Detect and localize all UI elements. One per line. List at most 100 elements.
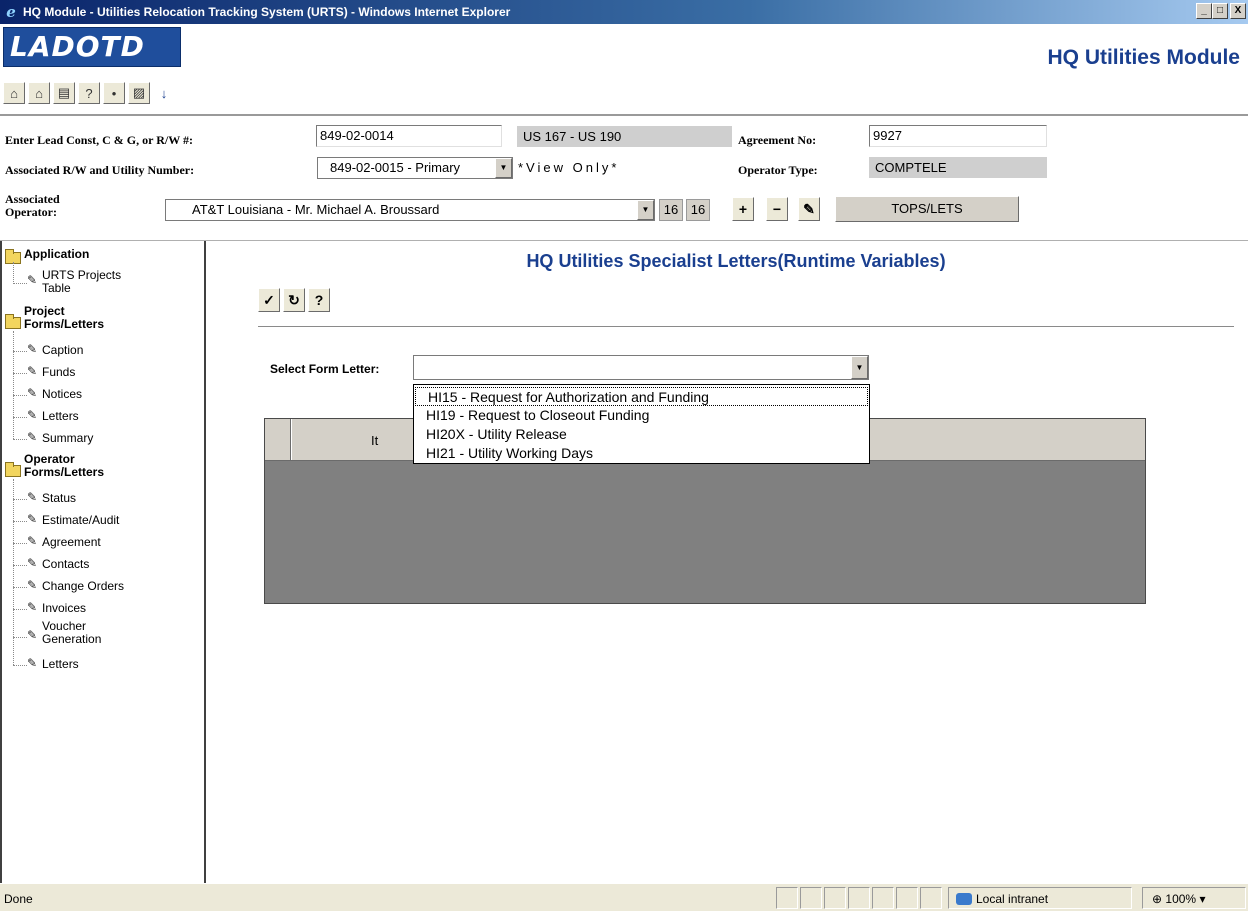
tree-line xyxy=(13,521,27,522)
window-title: HQ Module - Utilities Relocation Trackin… xyxy=(23,5,511,19)
tree-line xyxy=(13,439,27,440)
module-title: HQ Utilities Module xyxy=(1047,46,1240,69)
lead-const-label: Enter Lead Const, C & G, or R/W #: xyxy=(5,133,194,147)
tree-item-caption[interactable]: Caption xyxy=(42,344,83,357)
security-zone[interactable]: Local intranet xyxy=(956,892,1048,906)
tree-group-label: Forms/Letters xyxy=(24,317,105,331)
status-cell xyxy=(776,887,798,909)
dropdown-arrow-icon[interactable]: ▼ xyxy=(495,158,512,178)
tree-group-application[interactable]: Application xyxy=(24,248,89,261)
help-icon[interactable]: ? xyxy=(78,82,100,104)
assoc-operator-value: AT&T Louisiana - Mr. Michael A. Broussar… xyxy=(192,202,440,217)
assoc-rw-value: 849-02-0015 - Primary xyxy=(330,160,461,175)
assoc-operator-label-line2: Operator: xyxy=(5,205,57,219)
tree-group-project-forms[interactable]: Project Forms/Letters xyxy=(24,305,104,331)
status-cell xyxy=(920,887,942,909)
tree-line xyxy=(13,351,27,352)
dropdown-option[interactable]: HI21 - Utility Working Days xyxy=(414,444,869,463)
tree-item-notices[interactable]: Notices xyxy=(42,388,82,401)
tree-item-invoices[interactable]: Invoices xyxy=(42,602,86,615)
tree-line xyxy=(13,262,14,284)
operator-type-field: COMPTELE xyxy=(869,157,1047,178)
tree-line xyxy=(13,565,27,566)
tree-line xyxy=(13,499,27,500)
lead-const-input[interactable]: 849-02-0014 xyxy=(316,125,502,147)
tree-line xyxy=(13,543,27,544)
zoom-icon: ⊕ xyxy=(1152,892,1163,906)
status-cell xyxy=(872,887,894,909)
pencil-icon: ✎ xyxy=(27,600,38,614)
dropdown-option[interactable]: HI19 - Request to Closeout Funding xyxy=(414,406,869,425)
pencil-icon: ✎ xyxy=(27,512,38,526)
agreement-label: Agreement No: xyxy=(738,133,817,147)
tree-item-label: Table xyxy=(42,281,71,295)
grid-item-header[interactable]: It xyxy=(371,433,378,448)
tree-line xyxy=(13,283,27,284)
tree-item-letters[interactable]: Letters xyxy=(42,410,79,423)
window-title-bar: e HQ Module - Utilities Relocation Track… xyxy=(0,0,1248,24)
form-letter-select[interactable]: ▼ xyxy=(413,355,869,380)
tree-line xyxy=(13,331,14,439)
dropdown-arrow-icon[interactable]: ▼ xyxy=(637,200,654,220)
tree-line xyxy=(13,417,27,418)
house-outline-icon[interactable]: ⌂ xyxy=(28,82,50,104)
pencil-icon: ✎ xyxy=(27,364,38,378)
minimize-button[interactable]: _ xyxy=(1196,3,1212,19)
help-icon[interactable]: ? xyxy=(308,288,330,312)
remove-operator-button[interactable]: − xyxy=(766,197,788,221)
home-icon[interactable]: ⌂ xyxy=(3,82,25,104)
navigation-tree: Application ✎ URTS Projects Table Projec… xyxy=(0,241,206,883)
tree-line xyxy=(13,665,27,666)
tree-item-summary[interactable]: Summary xyxy=(42,432,93,445)
tree-line xyxy=(13,373,27,374)
form-letter-dropdown-list: HI15 - Request for Authorization and Fun… xyxy=(413,384,870,464)
pencil-icon: ✎ xyxy=(27,408,38,422)
tree-line xyxy=(13,637,27,638)
checkmark-icon[interactable]: ✓ xyxy=(258,288,280,312)
edit-pencil-icon[interactable]: ✎ xyxy=(798,197,820,221)
sort-down-icon[interactable]: ↓ xyxy=(153,82,175,104)
pencil-icon: ✎ xyxy=(27,578,38,592)
user-icon[interactable]: • xyxy=(103,82,125,104)
tree-item-contacts[interactable]: Contacts xyxy=(42,558,89,571)
tree-item-funds[interactable]: Funds xyxy=(42,366,75,379)
agreement-input[interactable]: 9927 xyxy=(869,125,1047,147)
chevron-down-icon: ▾ xyxy=(1199,892,1206,906)
content-divider xyxy=(258,326,1234,327)
ladotd-logo: LADOTD xyxy=(3,27,181,67)
assoc-rw-select[interactable]: 849-02-0015 - Primary ▼ xyxy=(317,157,513,179)
tree-item-voucher-generation[interactable]: Voucher Generation xyxy=(42,620,101,646)
tree-item-status[interactable]: Status xyxy=(42,492,76,505)
view-only-text: *View Only* xyxy=(518,160,620,175)
tops-lets-button[interactable]: TOPS/LETS xyxy=(835,196,1019,222)
main-toolbar: ⌂ ⌂ ▤ ? • ▨ ↓ xyxy=(3,82,175,104)
dropdown-option[interactable]: HI20X - Utility Release xyxy=(414,425,869,444)
tree-item-agreement[interactable]: Agreement xyxy=(42,536,101,549)
internet-explorer-icon: e xyxy=(6,3,16,21)
tree-group-operator-forms[interactable]: Operator Forms/Letters xyxy=(24,453,104,479)
zone-label: Local intranet xyxy=(976,892,1049,906)
maximize-button[interactable]: □ xyxy=(1212,3,1228,19)
zoom-level: 100% xyxy=(1165,892,1197,906)
tree-item-estimate-audit[interactable]: Estimate/Audit xyxy=(42,514,119,527)
tree-line xyxy=(13,395,27,396)
dropdown-arrow-icon[interactable]: ▼ xyxy=(851,356,868,379)
intranet-globe-icon xyxy=(956,893,972,905)
status-cell xyxy=(800,887,822,909)
tree-item-operator-letters[interactable]: Letters xyxy=(42,658,79,671)
tree-item-urts-projects-table[interactable]: URTS Projects Table xyxy=(42,269,121,295)
dropdown-option[interactable]: HI15 - Request for Authorization and Fun… xyxy=(415,387,868,406)
zoom-control[interactable]: ⊕ 100% ▾ xyxy=(1152,892,1205,906)
print-icon[interactable]: ▤ xyxy=(53,82,75,104)
close-button[interactable]: X xyxy=(1230,3,1246,19)
pencil-icon: ✎ xyxy=(27,656,38,670)
refresh-icon[interactable]: ↻ xyxy=(283,288,305,312)
tree-item-change-orders[interactable]: Change Orders xyxy=(42,580,124,593)
assoc-operator-select[interactable]: AT&T Louisiana - Mr. Michael A. Broussar… xyxy=(165,199,655,221)
status-text: Done xyxy=(4,892,33,906)
add-operator-button[interactable]: + xyxy=(732,197,754,221)
select-form-letter-label: Select Form Letter: xyxy=(270,362,380,376)
image-icon[interactable]: ▨ xyxy=(128,82,150,104)
grid-separator xyxy=(291,419,292,460)
status-cell xyxy=(824,887,846,909)
